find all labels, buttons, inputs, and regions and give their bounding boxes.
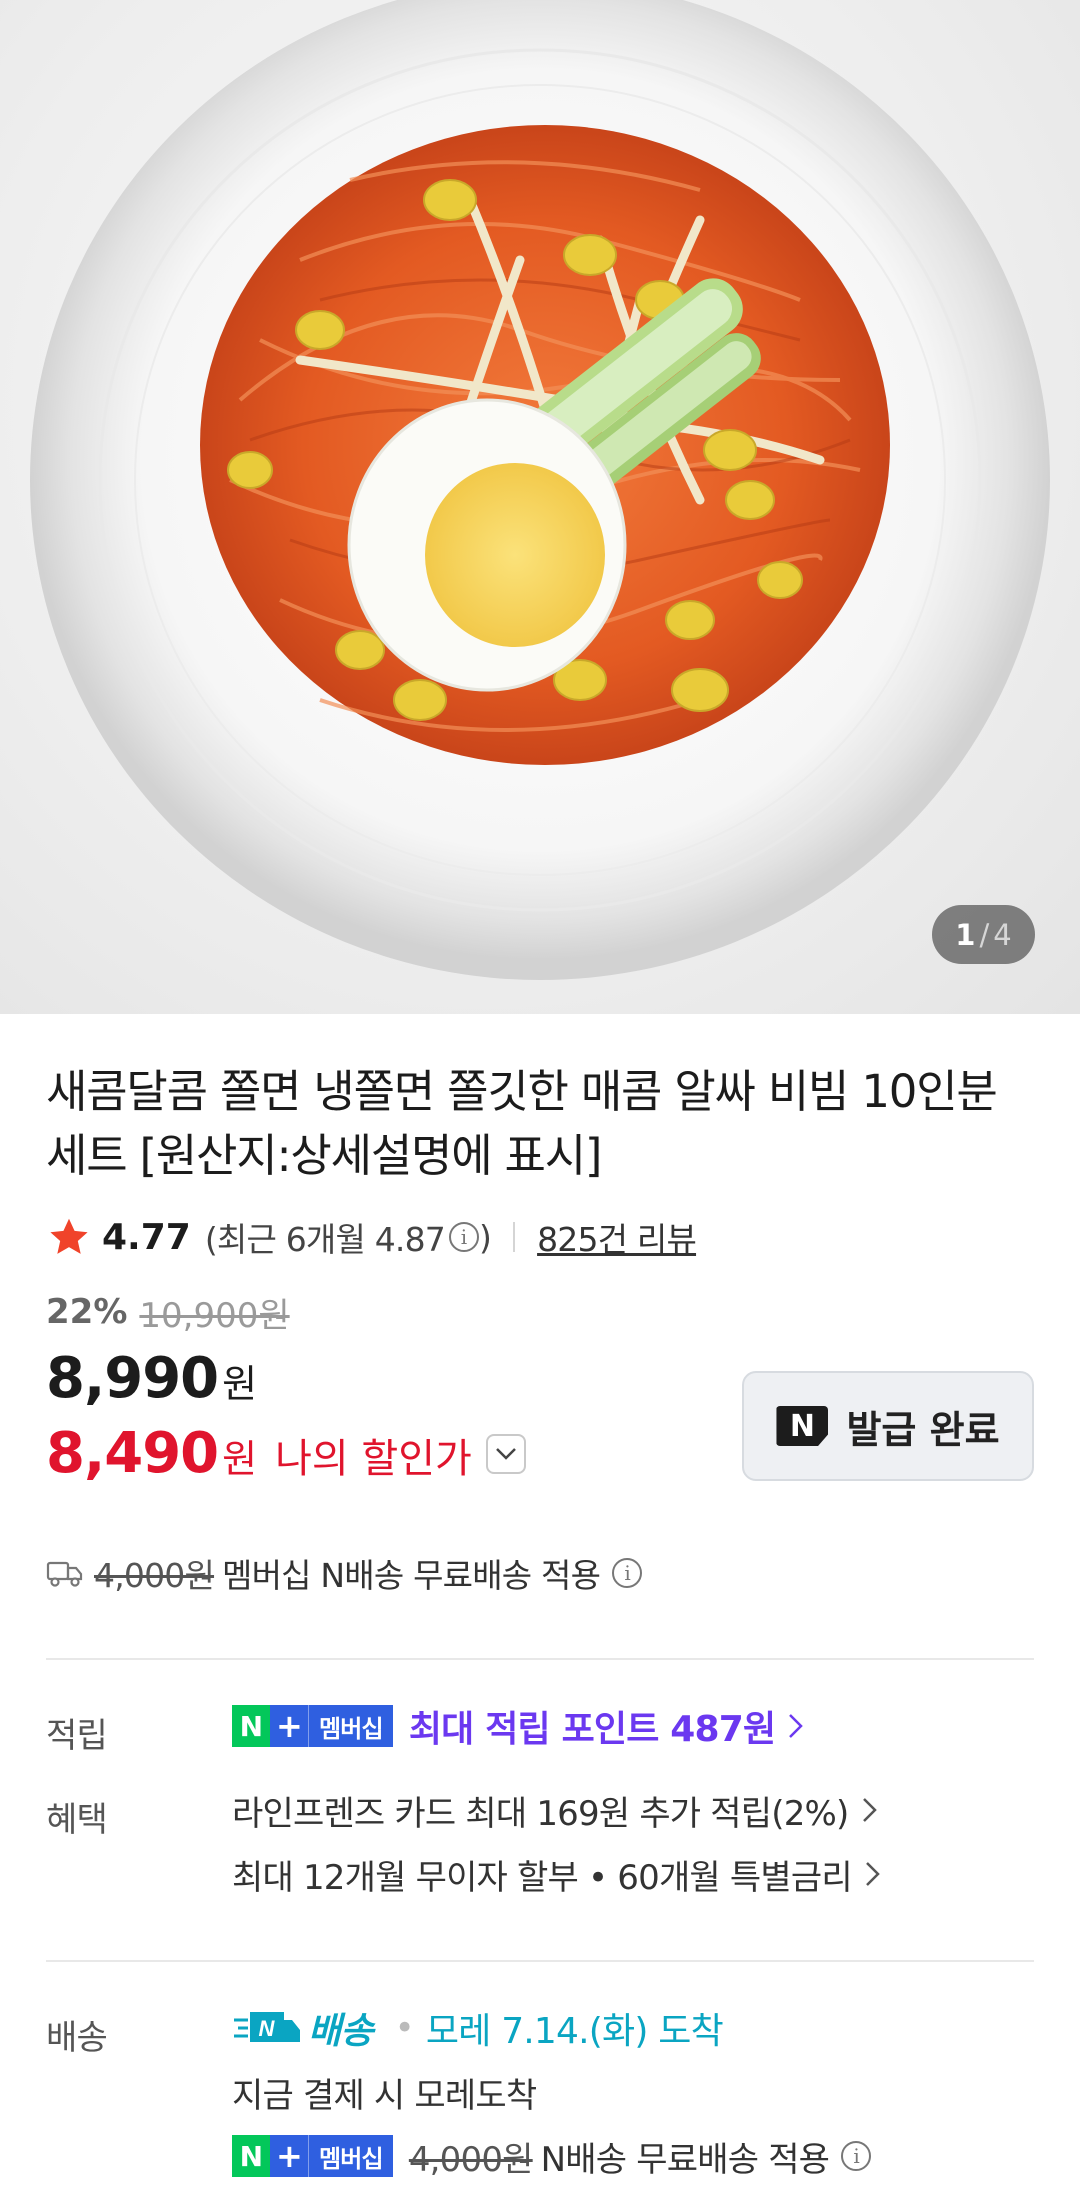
divider (513, 1222, 516, 1252)
my-price-unit: 원 (222, 1437, 258, 1481)
product-info: 새콤달콤 쫄면 냉쫄면 쫄깃한 매콤 알싸 비빔 10인분 세트 [원산지:상세… (46, 1014, 1034, 2188)
section-divider (46, 1960, 1034, 1962)
product-photo (30, 0, 1050, 980)
recent-rating: (최근 6개월 4.87 (204, 1220, 446, 1259)
chevron-right-icon (865, 1862, 880, 1886)
membership-badge-text: 멤버십 (308, 1705, 393, 1747)
original-price: 10,900원 (139, 1295, 290, 1336)
review-count-link[interactable]: 825건 리뷰 (537, 1213, 697, 1261)
product-title: 새콤달콤 쫄면 냉쫄면 쫄깃한 매콤 알싸 비빔 10인분 세트 [원산지:상세… (46, 1065, 998, 1182)
struck-delivery-fee: 4,000원 (408, 2139, 534, 2180)
my-price-label: 나의 할인가 (275, 1436, 472, 1482)
sale-price: 8,990 (46, 1346, 219, 1411)
installment-text: 최대 12개월 무이자 할부 • 60개월 특별금리 (232, 1857, 853, 1898)
chevron-right-icon (862, 1798, 877, 1822)
card-benefit-text: 라인프렌즈 카드 최대 169원 추가 적립(2%) (232, 1793, 849, 1834)
delivery-free-shipping: N + 멤버십 4,000원 N배송 무료배송 적용 i (232, 2124, 1034, 2188)
n-delivery-truck-icon: N (234, 2012, 300, 2042)
points-section: 적립 N + 멤버십 최대 적립 포인트 487원 (46, 1705, 1034, 1758)
chevron-right-icon (789, 1714, 804, 1738)
plus-icon: + (270, 2135, 308, 2177)
n-delivery-badge: N 배송 (232, 2002, 373, 2054)
delivery-service-name: 배송 (308, 2011, 373, 2052)
info-icon[interactable]: i (841, 2141, 872, 2171)
image-counter-separator: / (979, 917, 990, 952)
rating-score: 4.77 (102, 1216, 191, 1258)
max-points-text: 최대 적립 포인트 487원 (408, 1709, 776, 1750)
plus-icon: + (270, 1705, 308, 1747)
naver-n-icon: N (232, 2135, 270, 2177)
points-link[interactable]: N + 멤버십 최대 적립 포인트 487원 (232, 1694, 1034, 1758)
naver-n-icon: N (232, 1705, 270, 1747)
chevron-down-icon (495, 1447, 516, 1460)
shipping-summary: 4,000원 멤버십 N배송 무료배송 적용 i (46, 1548, 1034, 1598)
info-icon[interactable]: i (612, 1558, 643, 1588)
sale-price-unit: 원 (222, 1362, 258, 1406)
points-label: 적립 (46, 1716, 108, 1756)
arrival-date: 모레 7.14.(화) 도착 (425, 2011, 724, 2052)
image-counter-total: 4 (993, 917, 1012, 952)
delivery-arrival: N 배송 • 모레 7.14.(화) 도착 (232, 1996, 1034, 2060)
truck-icon (46, 1561, 83, 1587)
naver-n-icon: N (776, 1406, 829, 1446)
coupon-issued-button[interactable]: N 발급 완료 (742, 1371, 1034, 1481)
coupon-label: 발급 완료 (846, 1407, 1000, 1452)
benefits-section: 혜택 라인프렌즈 카드 최대 169원 추가 적립(2%) 최대 12개월 무이… (46, 1792, 1034, 1906)
product-image-gallery[interactable]: 1 / 4 (0, 0, 1080, 1014)
image-counter: 1 / 4 (932, 905, 1035, 964)
price-block: 22% 10,900원 8,990 원 8,490 원 나의 할인가 N 발급 … (46, 1288, 1034, 1548)
installment-benefit-link[interactable]: 최대 12개월 무이자 할부 • 60개월 특별금리 (232, 1842, 1034, 1906)
card-benefit-link[interactable]: 라인프렌즈 카드 최대 169원 추가 적립(2%) (232, 1778, 1034, 1842)
rating-row: 4.77 (최근 6개월 4.87 i ) 825건 리뷰 (46, 1212, 1034, 1262)
recent-rating-close: ) (479, 1217, 492, 1257)
benefits-label: 혜택 (46, 1800, 108, 1840)
expand-chevron-button[interactable] (485, 1433, 526, 1474)
my-price: 8,490 (46, 1421, 219, 1486)
delivery-label: 배송 (46, 2018, 108, 2058)
star-icon (50, 1218, 88, 1254)
struck-shipping-fee: 4,000원 (94, 1556, 215, 1595)
info-icon[interactable]: i (449, 1222, 479, 1252)
shipping-summary-text: 멤버십 N배송 무료배송 적용 (222, 1556, 601, 1595)
image-counter-current: 1 (955, 917, 976, 952)
discount-row: 22% 10,900원 (46, 1288, 1034, 1336)
membership-badge-text: 멤버십 (308, 2135, 393, 2177)
delivery-section: 배송 N 배송 • 모레 7.14.(화) 도착 지금 결제 시 모레도착 N … (46, 2008, 1034, 2188)
separator-dot: • (394, 2008, 415, 2048)
svg-text:N: N (258, 2016, 275, 2041)
naver-plus-membership-badge: N + 멤버십 (232, 1705, 393, 1747)
naver-plus-membership-badge: N + 멤버십 (232, 2135, 393, 2177)
free-shipping-text: N배송 무료배송 적용 (540, 2139, 830, 2180)
section-divider (46, 1658, 1034, 1660)
delivery-note: 지금 결제 시 모레도착 (232, 2075, 537, 2116)
discount-rate: 22% (46, 1292, 128, 1332)
